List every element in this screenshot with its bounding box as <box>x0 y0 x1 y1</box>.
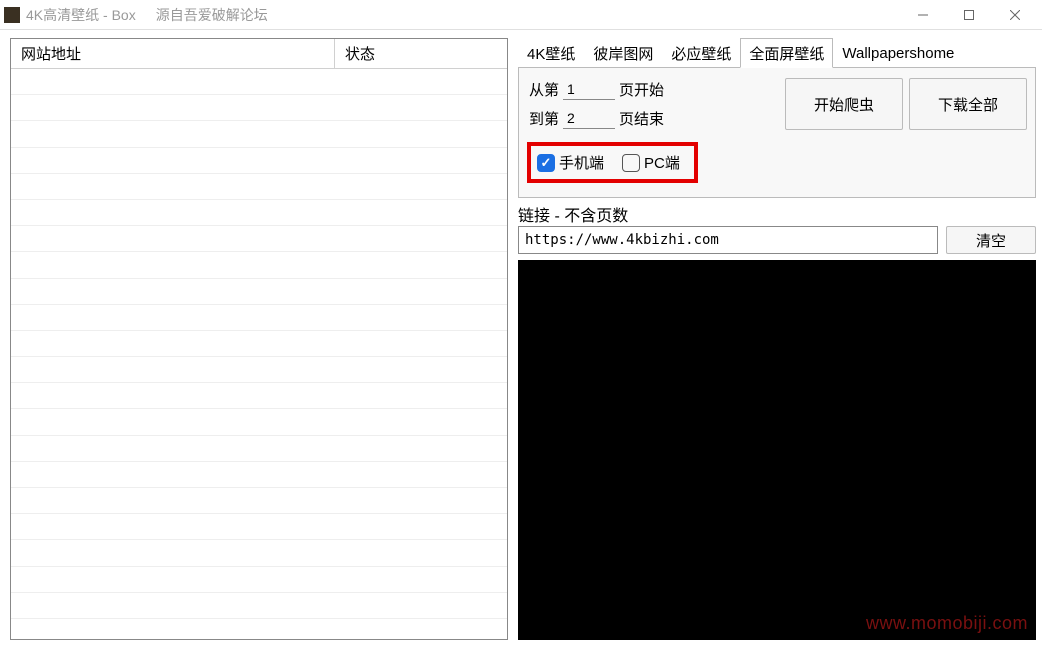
pc-checkbox[interactable]: PC端 <box>622 152 680 173</box>
table-row[interactable] <box>11 279 507 305</box>
table-header-status[interactable]: 状态 <box>335 39 507 68</box>
tab-2[interactable]: 必应壁纸 <box>662 38 740 68</box>
table-row[interactable] <box>11 148 507 174</box>
link-section-label: 链接 - 不含页数 <box>518 202 1036 226</box>
table-row[interactable] <box>11 331 507 357</box>
titlebar: 4K高清壁纸 - Box 源自吾爱破解论坛 <box>0 0 1042 30</box>
app-icon <box>4 7 20 23</box>
watermark-text: www.momobiji.com <box>866 613 1028 634</box>
table-row[interactable] <box>11 95 507 121</box>
close-button[interactable] <box>992 0 1038 30</box>
table-row[interactable] <box>11 436 507 462</box>
tab-3[interactable]: 全面屏壁纸 <box>740 38 833 68</box>
table-header-url[interactable]: 网站地址 <box>11 39 335 68</box>
table-row[interactable] <box>11 357 507 383</box>
table-row[interactable] <box>11 305 507 331</box>
table-row[interactable] <box>11 252 507 278</box>
tab-0[interactable]: 4K壁纸 <box>518 38 584 68</box>
mobile-checkbox[interactable]: 手机端 <box>537 152 604 173</box>
url-input[interactable] <box>518 226 938 254</box>
checkbox-icon <box>622 154 640 172</box>
table-row[interactable] <box>11 200 507 226</box>
maximize-button[interactable] <box>946 0 992 30</box>
table-row[interactable] <box>11 226 507 252</box>
table-row[interactable] <box>11 488 507 514</box>
from-suffix: 页开始 <box>619 79 664 100</box>
table-row[interactable] <box>11 567 507 593</box>
start-crawl-button[interactable]: 开始爬虫 <box>785 78 903 130</box>
preview-area: www.momobiji.com <box>518 260 1036 640</box>
from-prefix: 从第 <box>529 79 559 100</box>
to-prefix: 到第 <box>529 108 559 129</box>
table-row[interactable] <box>11 514 507 540</box>
window-title: 4K高清壁纸 - Box <box>26 5 136 25</box>
table-row[interactable] <box>11 383 507 409</box>
pc-label: PC端 <box>644 152 680 173</box>
results-table[interactable]: 网站地址 状态 <box>10 38 508 640</box>
download-all-button[interactable]: 下载全部 <box>909 78 1027 130</box>
to-suffix: 页结束 <box>619 108 664 129</box>
tab-4[interactable]: Wallpapershome <box>833 38 963 68</box>
table-row[interactable] <box>11 462 507 488</box>
checkbox-icon <box>537 154 555 172</box>
tab-1[interactable]: 彼岸图网 <box>584 38 662 68</box>
table-row[interactable] <box>11 121 507 147</box>
mobile-label: 手机端 <box>559 152 604 173</box>
minimize-button[interactable] <box>900 0 946 30</box>
table-row[interactable] <box>11 540 507 566</box>
clear-button[interactable]: 清空 <box>946 226 1036 254</box>
tab-panel: 从第 页开始 到第 页结束 开始爬虫 下载全部 <box>518 67 1036 198</box>
highlight-annotation: 手机端 PC端 <box>527 142 698 183</box>
tab-strip: 4K壁纸彼岸图网必应壁纸全面屏壁纸Wallpapershome <box>518 38 1036 68</box>
from-page-input[interactable] <box>563 80 615 100</box>
table-row[interactable] <box>11 174 507 200</box>
table-row[interactable] <box>11 69 507 95</box>
table-row[interactable] <box>11 593 507 619</box>
table-row[interactable] <box>11 409 507 435</box>
window-subtitle: 源自吾爱破解论坛 <box>156 5 268 25</box>
to-page-input[interactable] <box>563 109 615 129</box>
